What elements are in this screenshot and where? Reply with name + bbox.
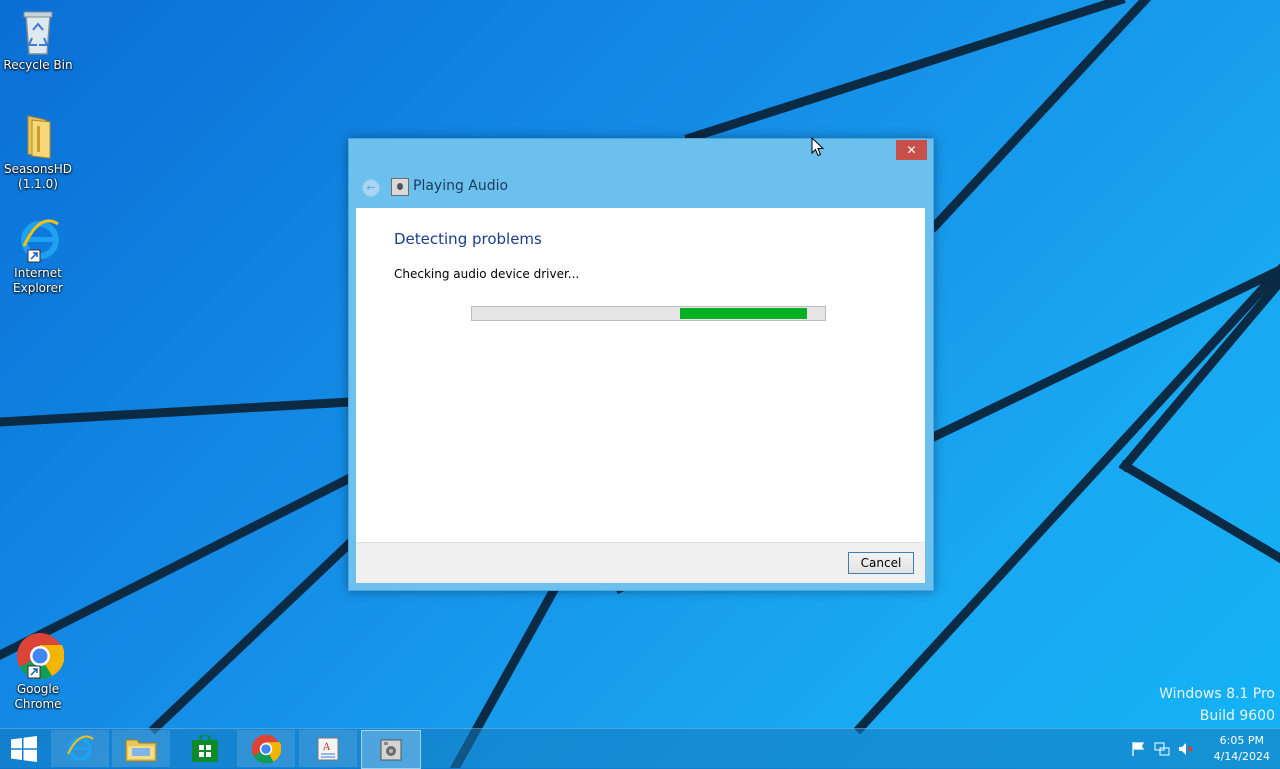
folder-icon [125, 739, 157, 761]
cancel-button[interactable]: Cancel [848, 552, 914, 574]
taskbar-clock[interactable]: 6:05 PM 4/14/2024 [1214, 733, 1270, 765]
progress-bar [471, 306, 826, 321]
internet-explorer-icon [16, 216, 60, 264]
taskbar-file-explorer[interactable] [112, 730, 170, 767]
windows-logo-icon [11, 736, 37, 762]
desktop-icon-recycle-bin[interactable]: Recycle Bin [0, 8, 76, 73]
dialog-footer: Cancel [356, 542, 925, 583]
chrome-icon [251, 734, 281, 763]
taskbar-chrome[interactable] [237, 730, 295, 767]
taskbar: A 6:05 PM 4/14/2024 [0, 728, 1280, 769]
taskbar-document-app[interactable]: A [299, 730, 357, 767]
troubleshooter-dialog: ✕ ← Playing Audio Detecting problems Che… [348, 138, 934, 591]
document-app-icon: A [317, 737, 339, 760]
desktop-icon-label: Recycle Bin [3, 58, 73, 72]
desktop-icon-seasonshd[interactable]: SeasonsHD (1.1.0) [0, 112, 76, 192]
desktop-icon-label: SeasonsHD (1.1.0) [3, 162, 73, 191]
back-arrow-icon[interactable]: ← [362, 179, 380, 197]
mouse-cursor-icon [811, 137, 824, 157]
volume-muted-icon[interactable] [1178, 741, 1194, 757]
taskbar-internet-explorer[interactable] [51, 730, 109, 767]
taskbar-troubleshooter[interactable] [361, 730, 421, 769]
desktop-icon-google-chrome[interactable]: Google Chrome [0, 632, 76, 712]
store-icon [192, 734, 218, 762]
status-text: Checking audio device driver... [394, 267, 580, 281]
taskbar-store[interactable] [176, 730, 234, 767]
windows-watermark: Windows 8.1 Pro Build 9600 [1159, 683, 1275, 727]
desktop-icon-internet-explorer[interactable]: Internet Explorer [0, 216, 76, 296]
clock-date: 4/14/2024 [1213, 750, 1270, 763]
chrome-icon [16, 632, 65, 680]
dialog-title: Playing Audio [413, 178, 509, 194]
action-center-flag-icon[interactable] [1130, 741, 1146, 757]
watermark-edition: Windows 8.1 Pro [1159, 686, 1275, 702]
watermark-build: Build 9600 [1199, 708, 1275, 724]
speaker-icon [391, 178, 409, 196]
network-icon[interactable] [1154, 741, 1170, 757]
svg-text:A: A [322, 742, 331, 753]
folder-icon [16, 112, 60, 160]
desktop-icon-label: Internet Explorer [13, 266, 63, 295]
clock-time: 6:05 PM [1219, 734, 1264, 747]
dialog-content: Detecting problems Checking audio device… [356, 208, 925, 542]
internet-explorer-icon [67, 735, 94, 761]
desktop-icon-label: Google Chrome [14, 682, 62, 711]
start-button[interactable] [0, 729, 48, 769]
recycle-bin-icon [16, 8, 60, 56]
page-heading: Detecting problems [394, 230, 542, 248]
close-button[interactable]: ✕ [896, 140, 927, 160]
progress-bar-fill [680, 308, 807, 319]
system-tray: 6:05 PM 4/14/2024 [1120, 729, 1280, 769]
troubleshooter-icon [380, 739, 402, 760]
